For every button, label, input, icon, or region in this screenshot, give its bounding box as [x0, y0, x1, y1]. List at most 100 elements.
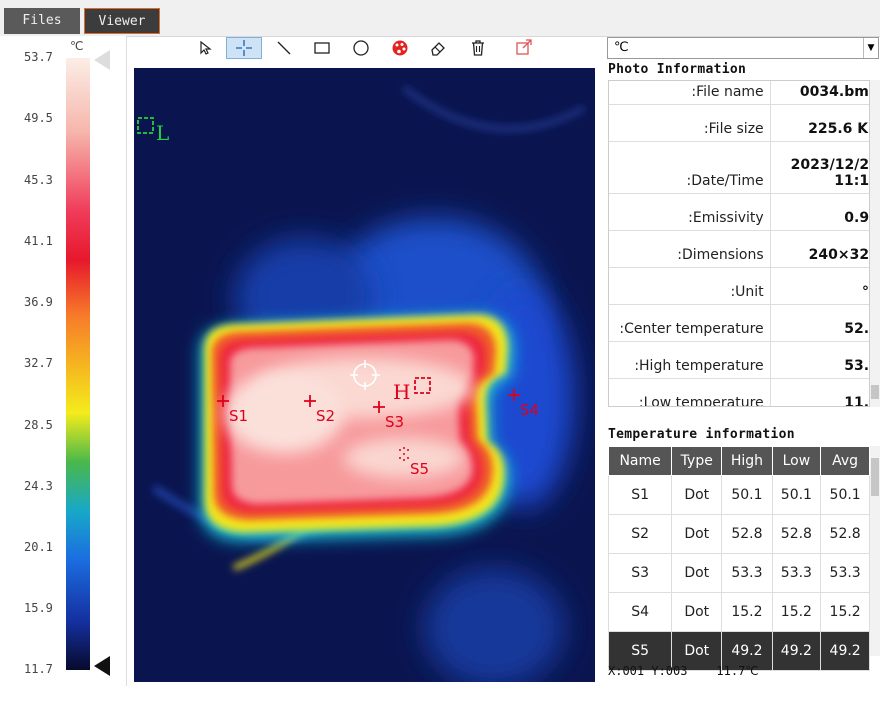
- column-header[interactable]: Low: [771, 446, 822, 476]
- high-marker-label: H: [393, 380, 410, 404]
- marker-label: S2: [316, 407, 335, 425]
- marker-label: S3: [385, 413, 404, 431]
- column-header[interactable]: Avg: [820, 446, 870, 476]
- scrollbar-thumb[interactable]: [871, 385, 879, 399]
- table-cell: 53.3: [721, 553, 773, 593]
- photo-info-value: 52.0: [770, 304, 869, 342]
- temperature-table: Name Type High Low Avg S1 Dot 50.1 50.1 50.1 S2 Do…: [607, 446, 870, 671]
- photo-info-key: Unit:: [609, 267, 771, 305]
- table-cell: 52.8: [721, 514, 773, 554]
- photo-info-key: High temperature:: [609, 341, 771, 379]
- tab-files-label: Files: [22, 13, 62, 28]
- circle-icon[interactable]: [347, 37, 375, 59]
- marker-label: S1: [229, 407, 248, 425]
- status-y: Y:003: [651, 664, 688, 678]
- status-bar: X:001 Y:003 11.7℃: [608, 664, 759, 678]
- table-cell: Dot: [671, 475, 723, 515]
- palette-tick-label: 15.9: [24, 601, 53, 615]
- table-cell: 50.1: [820, 475, 870, 515]
- column-header[interactable]: Type: [671, 446, 723, 476]
- marker-label: S5: [410, 460, 429, 478]
- tab-files[interactable]: Files: [4, 8, 80, 34]
- photo-info-row: Center temperature:52.0: [609, 304, 869, 342]
- palette-bottom-pointer-icon[interactable]: [92, 654, 112, 680]
- palette-top-pointer-icon[interactable]: [92, 48, 112, 74]
- photo-info-key: File name:: [609, 81, 771, 105]
- table-cell: 50.1: [771, 475, 822, 515]
- table-cell: Dot: [671, 553, 723, 593]
- photo-info-table: File name:IMG 0034.bmpFile size:225.6 KB…: [608, 80, 870, 407]
- photo-info-value: IMG 0034.bmp: [770, 81, 869, 105]
- column-header[interactable]: Name: [607, 446, 673, 476]
- column-header[interactable]: High: [721, 446, 773, 476]
- palette-tick-label: 28.5: [24, 418, 53, 432]
- unit-select-value: ℃: [614, 40, 629, 55]
- palette-tick-label: 32.7: [24, 356, 53, 370]
- table-cell: 15.2: [771, 592, 822, 632]
- export-icon[interactable]: [510, 37, 538, 59]
- photo-info-value: 225.6 KB: [770, 104, 869, 142]
- photo-info-key: Date/Time:: [609, 141, 771, 194]
- table-cell: S4: [607, 592, 673, 632]
- photo-info-key: Emissivity:: [609, 193, 771, 231]
- palette-icon[interactable]: [386, 37, 414, 59]
- line-icon[interactable]: [270, 37, 298, 59]
- photo-info-value: 240×320: [770, 230, 869, 268]
- table-row[interactable]: S1 Dot 50.1 50.1 50.1: [607, 475, 870, 515]
- crosshair-icon[interactable]: [226, 37, 262, 59]
- menu-bar: Files Viewer: [0, 0, 880, 37]
- eraser-icon[interactable]: [424, 37, 452, 59]
- palette-tick-label: 53.7: [24, 50, 53, 64]
- table-cell: S3: [607, 553, 673, 593]
- table-cell: 53.3: [820, 553, 870, 593]
- photo-info-scrollbar[interactable]: [870, 80, 880, 407]
- photo-info-row: Date/Time:2023/12/25 11:13: [609, 141, 869, 194]
- photo-info-key: Center temperature:: [609, 304, 771, 342]
- table-row[interactable]: S4 Dot 15.2 15.2 15.2: [607, 592, 870, 632]
- rectangle-icon[interactable]: [308, 37, 336, 59]
- table-cell: S2: [607, 514, 673, 554]
- table-cell: 53.3: [771, 553, 822, 593]
- table-cell: 49.2: [820, 631, 870, 671]
- thermal-image[interactable]: S1 S2 S3 S4 S5 H L: [134, 68, 595, 682]
- palette-tick-label: 20.1: [24, 540, 53, 554]
- photo-info-row: High temperature:53.7: [609, 341, 869, 379]
- table-cell: 49.2: [771, 631, 822, 671]
- scrollbar-thumb[interactable]: [871, 458, 879, 496]
- photo-info-title: Photo Information: [608, 62, 747, 77]
- table-row[interactable]: S2 Dot 52.8 52.8 52.8: [607, 514, 870, 554]
- photo-info-row: Unit:℃: [609, 267, 869, 305]
- status-temp: 11.7℃: [716, 664, 759, 678]
- color-palette-bar: [66, 58, 90, 670]
- table-cell: Dot: [671, 514, 723, 554]
- temperature-table-scrollbar[interactable]: [870, 446, 880, 656]
- tab-viewer[interactable]: Viewer: [84, 8, 160, 34]
- photo-info-key: File size:: [609, 104, 771, 142]
- palette-tick-label: 41.1: [24, 234, 53, 248]
- trash-icon[interactable]: [464, 37, 492, 59]
- table-row[interactable]: S3 Dot 53.3 53.3 53.3: [607, 553, 870, 593]
- palette-tick-label: 45.3: [24, 173, 53, 187]
- photo-info-value: ℃: [770, 267, 869, 305]
- photo-info-row: File size:225.6 KB: [609, 104, 869, 142]
- photo-info-key: Low temperature:: [609, 378, 771, 406]
- photo-info-value: 11.7: [770, 378, 869, 406]
- table-cell: S1: [607, 475, 673, 515]
- unit-select[interactable]: ℃ ▼: [607, 37, 879, 59]
- chevron-down-icon[interactable]: ▼: [863, 38, 878, 58]
- photo-info-row: Emissivity:0.95: [609, 193, 869, 231]
- tab-viewer-label: Viewer: [98, 14, 146, 29]
- table-cell: 52.8: [820, 514, 870, 554]
- table-cell: 15.2: [820, 592, 870, 632]
- photo-info-value: 2023/12/25 11:13: [770, 141, 869, 194]
- palette-panel: ℃ 53.7 49.5 45.3 41.1 36.9 32.7 28.5 24.3 20.1 15…: [0, 36, 127, 686]
- photo-info-key: Dimensions:: [609, 230, 771, 268]
- marker-label: S4: [520, 401, 539, 419]
- low-marker-label: L: [156, 121, 169, 145]
- photo-info-value: 0.95: [770, 193, 869, 231]
- status-x: X:001: [608, 664, 645, 678]
- select-icon[interactable]: [192, 37, 220, 59]
- photo-info-value: 53.7: [770, 341, 869, 379]
- table-cell: 50.1: [721, 475, 773, 515]
- photo-info-row: File name:IMG 0034.bmp: [609, 81, 869, 105]
